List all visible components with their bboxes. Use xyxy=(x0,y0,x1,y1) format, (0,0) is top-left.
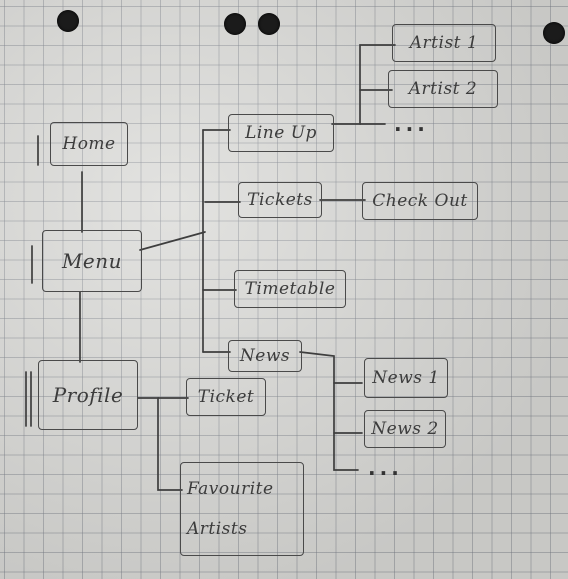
link-line-up-artists xyxy=(331,44,396,125)
node-line-up: Line Up xyxy=(228,114,334,152)
favourite-artists-line-1: Favourite xyxy=(187,479,274,499)
node-favourite-artists: Favourite Artists xyxy=(180,462,304,556)
node-ticket: Ticket xyxy=(186,378,266,416)
ellipsis-artists: ... xyxy=(394,112,429,136)
node-artist-1: Artist 1 xyxy=(392,24,496,62)
node-news-2: News 2 xyxy=(364,410,446,448)
node-tickets: Tickets xyxy=(238,182,322,218)
node-timetable: Timetable xyxy=(234,270,346,308)
node-news-1: News 1 xyxy=(364,358,448,398)
node-menu: Menu xyxy=(42,230,142,292)
link-profile-branch xyxy=(137,397,183,491)
node-home: Home xyxy=(50,122,128,166)
node-news: News xyxy=(228,340,302,372)
node-profile: Profile xyxy=(38,360,138,430)
node-artist-2: Artist 2 xyxy=(388,70,498,108)
link-menu-branch xyxy=(139,231,206,251)
node-check-out: Check Out xyxy=(362,182,478,220)
ellipsis-news: ... xyxy=(368,456,403,480)
link-news-subs xyxy=(299,351,359,471)
favourite-artists-line-2: Artists xyxy=(187,519,248,539)
